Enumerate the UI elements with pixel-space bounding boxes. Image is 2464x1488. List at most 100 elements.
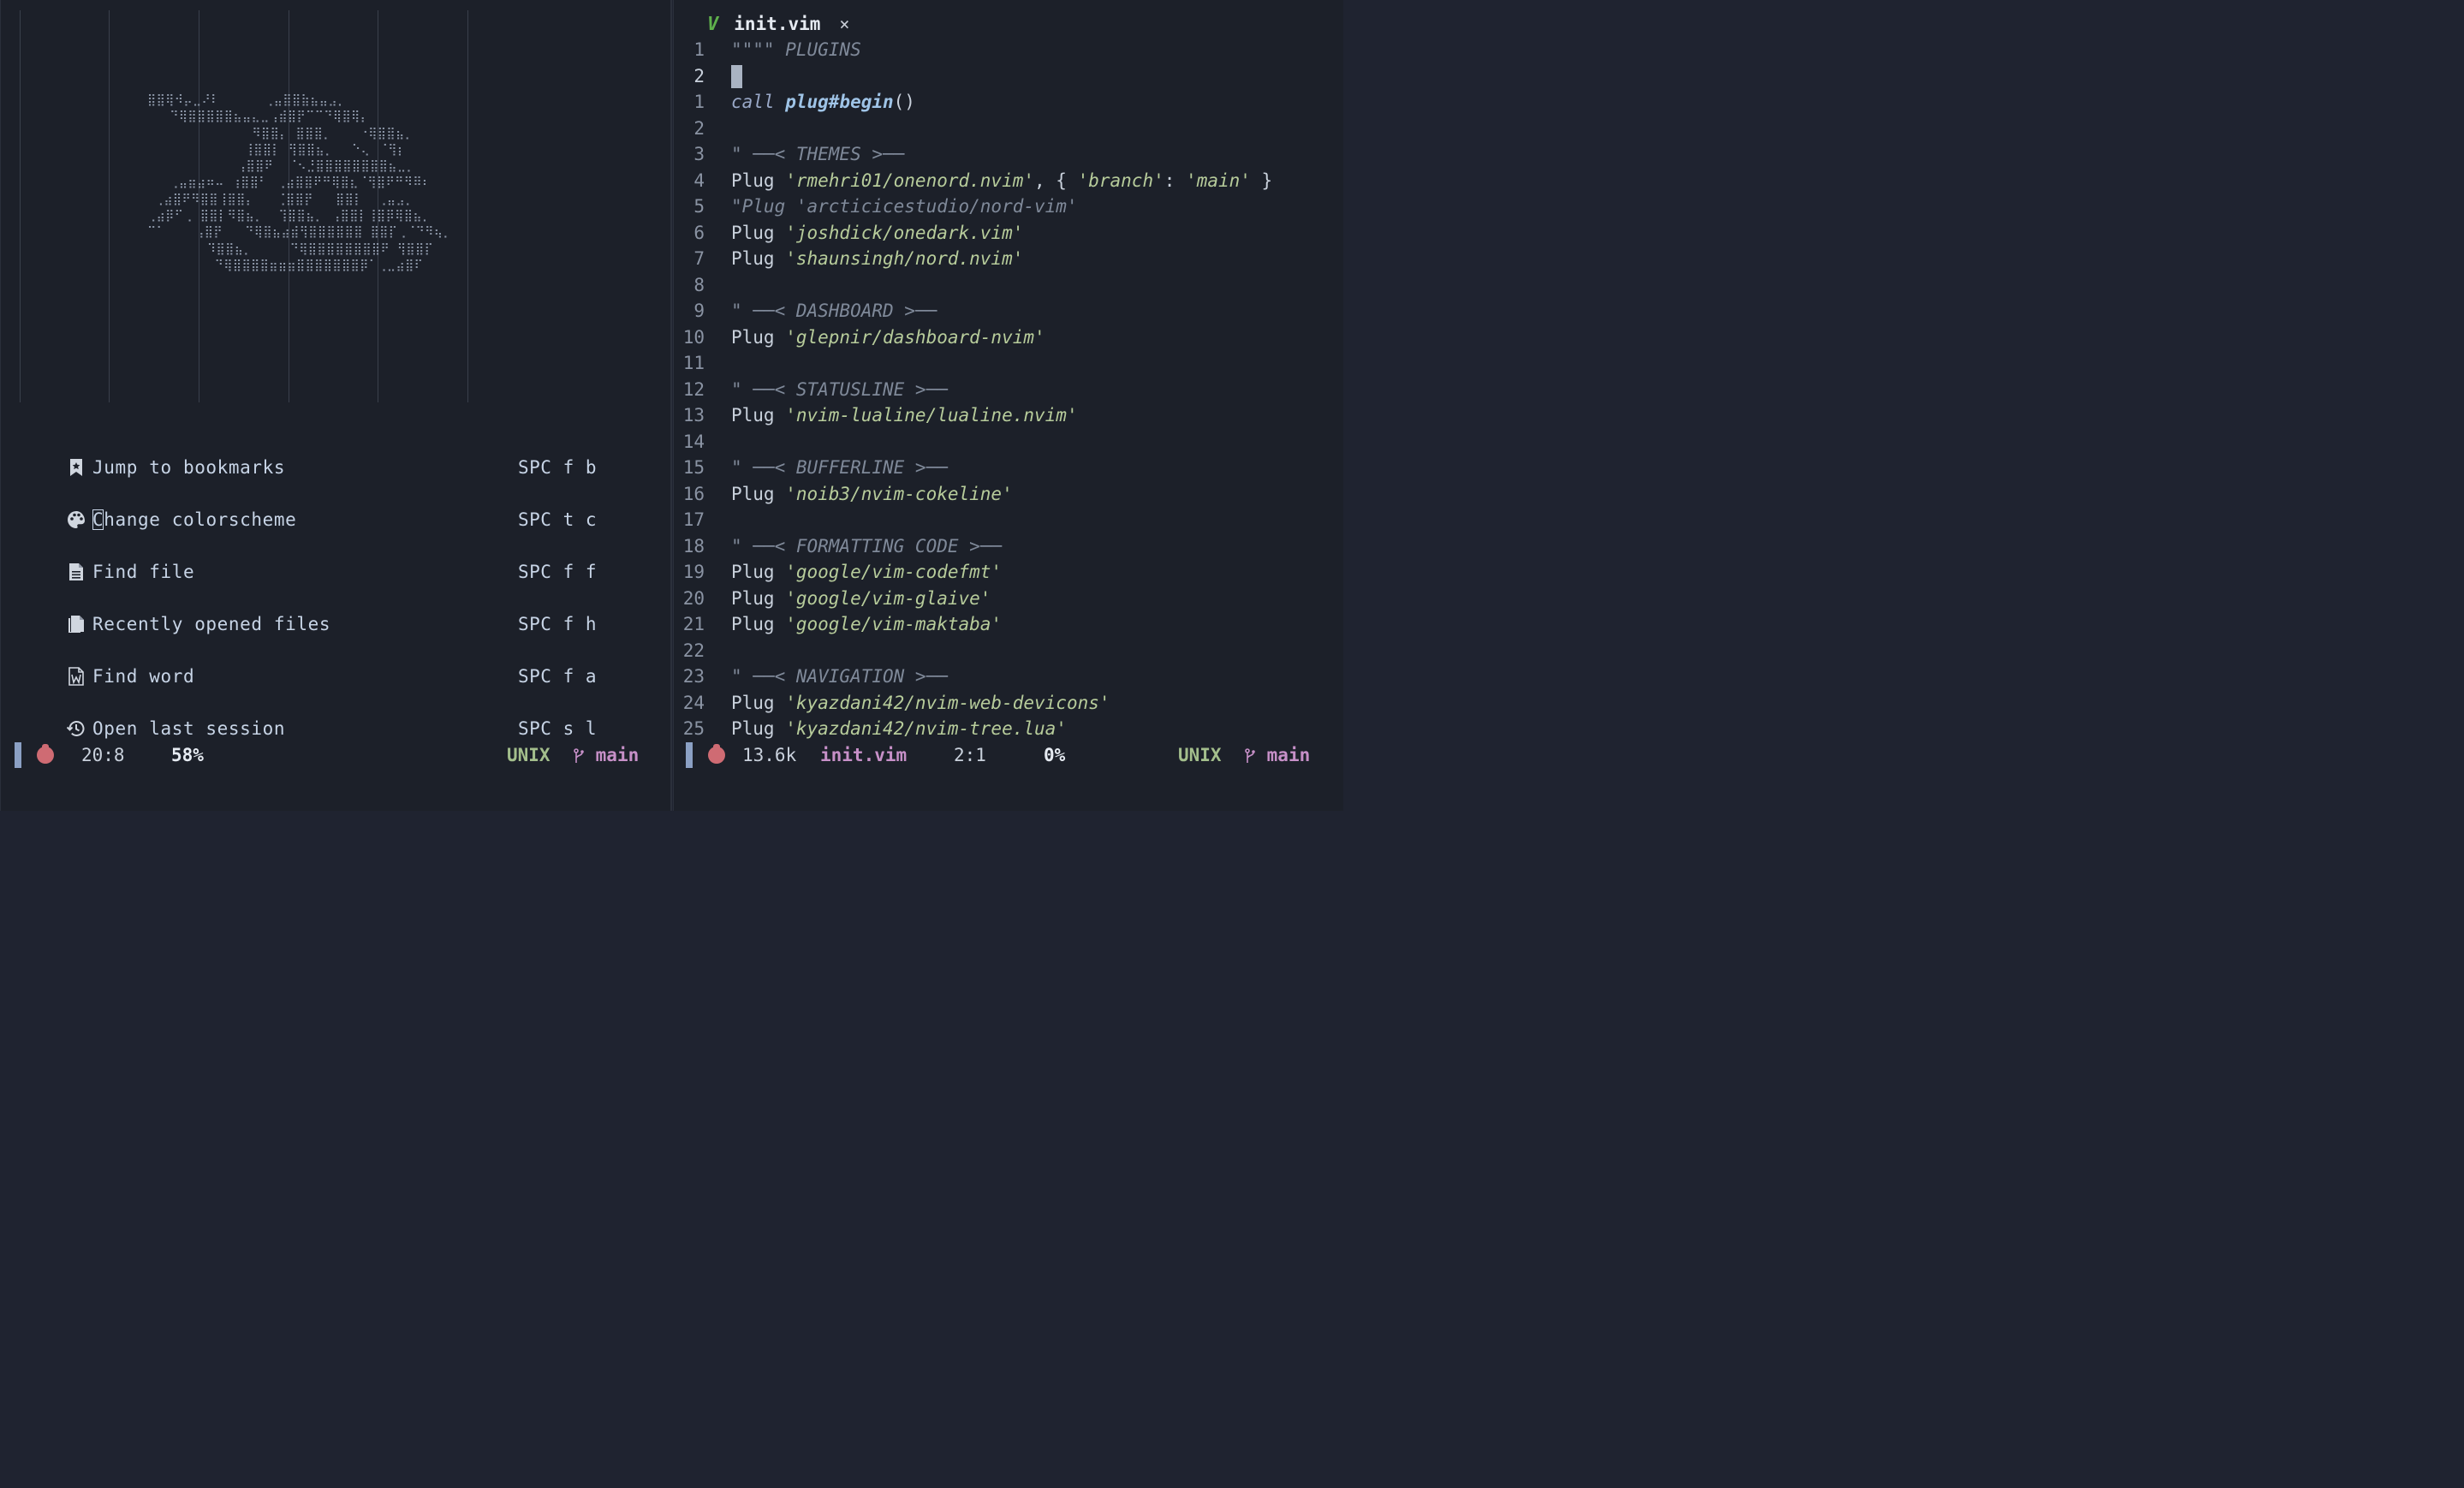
line-number: 20 (682, 587, 705, 609)
vim-icon: V (707, 13, 719, 35)
code-token: " ──< BUFFERLINE >── (731, 457, 948, 478)
code-token: Plug (731, 562, 786, 582)
line-number: 11 (682, 353, 705, 373)
code-line[interactable]: 12 " ──< STATUSLINE >── (673, 377, 1341, 402)
code-token: plug#begin (785, 92, 894, 112)
code-line[interactable]: 1 call plug#begin() (673, 89, 1341, 115)
code-line[interactable]: 23 " ──< NAVIGATION >── (673, 664, 1341, 689)
code-token: " ──< THEMES >── (731, 144, 905, 164)
left-statusline: 20:8 58% UNIX main (15, 741, 665, 769)
code-token: 'branch' (1077, 170, 1164, 191)
code-line[interactable]: 17 (673, 507, 1341, 533)
dashboard-pane[interactable]: ⣿⣿⢿⠺⡤⣀⠜⠇ ⢀⣤⣿⣿⣷⣦⣤⣠⡀ ⠙⢿⣿⣿⣿⣿⣿⣦⣤⣄⣀⢠⣾⣿⡟⠉⠉⠙⢿⣿⢿… (0, 0, 672, 811)
code-line[interactable]: 19 Plug 'google/vim-codefmt' (673, 559, 1341, 585)
buffer-tab[interactable]: V init.vim × (707, 10, 849, 38)
code-line[interactable]: 15 " ──< BUFFERLINE >── (673, 455, 1341, 480)
code-token: 'rmehri01/onenord.nvim' (785, 170, 1035, 191)
code-line[interactable]: 18 " ──< FORMATTING CODE >── (673, 533, 1341, 559)
code-token: " ──< STATUSLINE >── (731, 378, 948, 400)
code-line[interactable]: 24 Plug 'kyazdani42/nvim-web-devicons' (673, 690, 1341, 716)
code-line[interactable]: 11 (673, 350, 1341, 376)
code-line[interactable]: 4 Plug 'rmehri01/onenord.nvim', { 'branch… (673, 168, 1341, 193)
menu-label: Find word (92, 666, 195, 687)
code-line[interactable]: 1 """" PLUGINS (673, 37, 1341, 62)
menu-shortcut: SPC s l (518, 718, 598, 739)
code-line[interactable]: 10 Plug 'glepnir/dashboard-nvim' (673, 324, 1341, 350)
right-statusline: 13.6k init.vim 2:1 0% UNIX main (686, 741, 1336, 769)
line-number: 18 (682, 535, 705, 557)
line-number: 21 (682, 614, 705, 634)
code-token: : (1164, 170, 1187, 191)
code-line[interactable]: 25 Plug 'kyazdani42/nvim-tree.lua' (673, 716, 1341, 741)
code-token: 'nvim-lualine/lualine.nvim' (785, 405, 1078, 426)
code-token: call (731, 92, 786, 112)
menu-recently-opened-files[interactable]: Recently opened files SPC f h (67, 610, 615, 638)
line-number: 15 (682, 457, 705, 478)
menu-change-colorscheme[interactable]: Change colorscheme SPC t c (67, 506, 615, 533)
code-token: Plug (731, 326, 786, 348)
code-text: " ──< FORMATTING CODE >── (731, 533, 1002, 559)
code-token: 'joshdick/onedark.vim' (785, 222, 1024, 243)
menu-jump-to-bookmarks[interactable]: Jump to bookmarks SPC f b (67, 454, 615, 481)
code-line[interactable]: 14 (673, 429, 1341, 455)
code-text: Plug 'joshdick/onedark.vim' (731, 220, 1023, 246)
line-number: 23 (682, 666, 705, 687)
bookmark-icon (67, 457, 86, 478)
code-token: 'google/vim-glaive' (785, 587, 991, 609)
code-token: Plug (731, 692, 786, 713)
status-filename: init.vim (820, 745, 908, 765)
line-number: 10 (682, 326, 705, 348)
code-token: 'noib3/nvim-cokeline' (785, 483, 1013, 504)
code-token: "Plug 'arcticicestudio/nord-vim' (731, 196, 1078, 217)
code-token: " ──< NAVIGATION >── (731, 666, 948, 687)
files-icon (67, 614, 86, 634)
line-number: 1 (693, 92, 705, 112)
code-token: """" PLUGINS (731, 39, 861, 60)
code-line[interactable]: 2 (673, 63, 1341, 89)
text-cursor (731, 65, 742, 88)
menu-label: Recently opened files (92, 614, 331, 634)
code-token: 'kyazdani42/nvim-tree.lua' (785, 718, 1067, 739)
code-text: " ──< STATUSLINE >── (731, 377, 948, 402)
menu-shortcut: SPC f a (518, 666, 598, 687)
code-line[interactable]: 20 Plug 'google/vim-glaive' (673, 586, 1341, 611)
line-number: 24 (682, 692, 705, 713)
code-text: Plug 'google/vim-maktaba' (731, 611, 1002, 637)
menu-find-file[interactable]: Find file SPC f f (67, 558, 615, 586)
menu-label: Find file (92, 562, 195, 582)
git-branch-name: main (595, 745, 640, 765)
code-line[interactable]: 9 " ──< DASHBOARD >── (673, 298, 1341, 324)
file-icon (67, 562, 86, 582)
code-token: Plug (731, 222, 786, 243)
menu-label: Open last session (92, 718, 286, 739)
line-number: 2 (693, 65, 705, 86)
code-line[interactable]: 22 (673, 638, 1341, 664)
code-line[interactable]: 21 Plug 'google/vim-maktaba' (673, 611, 1341, 637)
code-line[interactable]: 5 "Plug 'arcticicestudio/nord-vim' (673, 193, 1341, 219)
code-token: } (1250, 170, 1273, 191)
indent-guide (20, 10, 21, 402)
scroll-percent: 58% (171, 745, 204, 765)
code-token: Plug (731, 614, 786, 634)
git-branch: main (573, 741, 639, 769)
code-token: Plug (731, 170, 786, 191)
line-number: 5 (693, 196, 705, 217)
menu-open-last-session[interactable]: Open last session SPC s l (67, 715, 615, 742)
code-token: " ──< FORMATTING CODE >── (731, 535, 1003, 557)
line-number: 13 (682, 405, 705, 426)
line-number: 4 (693, 170, 705, 191)
code-line[interactable]: 3 " ──< THEMES >── (673, 141, 1341, 167)
menu-find-word[interactable]: Find word SPC f a (67, 663, 615, 690)
code-token: 'kyazdani42/nvim-web-devicons' (785, 692, 1110, 713)
code-text: " ──< BUFFERLINE >── (731, 455, 948, 480)
code-token: " ──< DASHBOARD >── (731, 301, 937, 321)
code-line[interactable]: 13 Plug 'nvim-lualine/lualine.nvim' (673, 402, 1341, 428)
close-icon[interactable]: × (839, 14, 849, 34)
code-line[interactable]: 16 Plug 'noib3/nvim-cokeline' (673, 481, 1341, 507)
code-line[interactable]: 7 Plug 'shaunsingh/nord.nvim' (673, 246, 1341, 271)
word-file-icon (67, 666, 86, 687)
code-line[interactable]: 8 (673, 272, 1341, 298)
line-number: 16 (682, 483, 705, 504)
code-line[interactable]: 2 (673, 116, 1341, 141)
code-line[interactable]: 6 Plug 'joshdick/onedark.vim' (673, 220, 1341, 246)
